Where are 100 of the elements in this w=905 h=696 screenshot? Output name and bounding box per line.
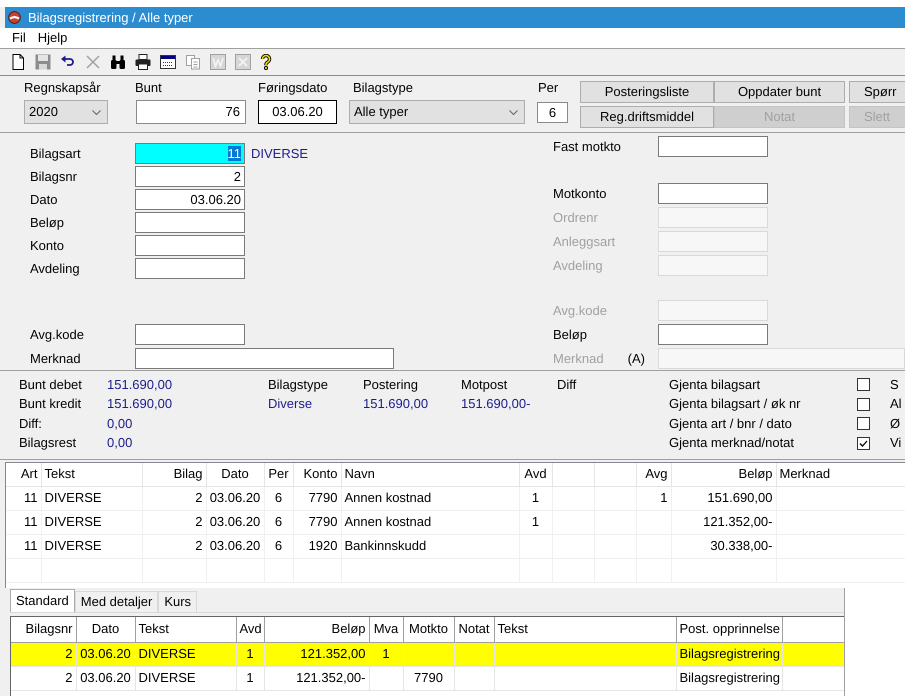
input-field[interactable] <box>135 212 245 233</box>
input-field[interactable] <box>658 324 768 345</box>
checkbox[interactable] <box>857 417 870 430</box>
column-header: Tekst <box>41 463 142 486</box>
total-value: 0,00 <box>107 416 132 432</box>
column-header: Avg <box>636 463 671 486</box>
table-cell: Bilagsregistrering <box>676 666 782 690</box>
field-note: (A) <box>628 350 645 366</box>
table-cell: 6 <box>264 510 293 534</box>
input-field[interactable]: 76 <box>136 100 246 124</box>
table-cell: 1920 <box>293 534 341 558</box>
column-header: Navn <box>341 463 519 486</box>
column-header: Motkto <box>403 617 454 642</box>
column-header: Mva <box>369 617 403 642</box>
total-value: 0,00 <box>107 435 132 452</box>
table-cell: 30.338,00- <box>671 534 776 558</box>
checkbox[interactable] <box>857 398 870 411</box>
printer-icon[interactable] <box>135 54 151 70</box>
input-field[interactable]: 6 <box>537 102 568 123</box>
field-label: Føringsdato <box>258 80 328 96</box>
input-field[interactable] <box>658 183 768 204</box>
chevron-down-icon <box>509 110 518 114</box>
table-cell: Bankinnskudd <box>341 534 519 558</box>
input-field[interactable] <box>658 136 768 157</box>
table-cell: 2 <box>142 534 206 558</box>
column-header: Dato <box>76 617 135 642</box>
table-cell: 151.690,00 <box>671 486 776 510</box>
table-cell: 1 <box>236 642 264 666</box>
checkbox[interactable] <box>857 436 870 450</box>
table-cell: Bilagsregistrering <box>676 642 782 666</box>
dropdown[interactable]: 2020 <box>24 100 108 124</box>
checkbox[interactable] <box>857 378 870 392</box>
input-field[interactable]: 03.06.20 <box>135 189 245 210</box>
dropdown[interactable]: Alle typer <box>349 100 525 124</box>
table-cell: Annen kostnad <box>341 486 519 510</box>
input-field[interactable] <box>135 348 394 369</box>
column-header: Bilag <box>142 463 206 486</box>
table-cell: 2 <box>11 642 76 666</box>
field-label: Dato <box>30 192 58 208</box>
command-button[interactable]: Oppdater bunt <box>714 81 845 103</box>
table-cell: DIVERSE <box>41 486 142 510</box>
menu-item[interactable]: Hjelp <box>38 30 68 46</box>
field-label: Konto <box>30 238 64 254</box>
table-cell: 1 <box>519 510 552 534</box>
question-mark-icon[interactable] <box>260 54 272 70</box>
command-button[interactable]: Posteringsliste <box>580 81 714 103</box>
table-cell: 2 <box>142 510 206 534</box>
summary-value: 151.690,00- <box>461 396 530 412</box>
summary-heading: Postering <box>363 376 418 393</box>
summary-value: Diverse <box>268 396 312 412</box>
table-cell: 03.06.20 <box>206 486 264 510</box>
table-cell: DIVERSE <box>135 642 236 666</box>
summary-heading: Diff <box>557 376 576 393</box>
tab[interactable]: Standard <box>10 589 75 612</box>
field-label: Per <box>537 80 558 96</box>
option-label: Gjenta bilagsart <box>669 376 760 393</box>
table-cell: 6 <box>264 534 293 558</box>
table-cell: 6 <box>264 486 293 510</box>
column-header: Merknad <box>776 463 905 486</box>
table-row[interactable]: 2 03.06.20 DIVERSE 1 121.352,00- 7790 Bilagsregistrering <box>11 666 844 690</box>
option-label: Vi <box>890 435 902 452</box>
input-field[interactable]: 11 <box>135 143 245 164</box>
column-header: Bilagsnr <box>11 617 76 642</box>
table-row[interactable]: 2 03.06.20 DIVERSE 1 121.352,00 1 Bilagsregistrering <box>11 642 844 666</box>
field-label: Merknad <box>30 350 81 366</box>
column-header: Dato <box>206 463 264 486</box>
summary-heading: Bilagstype <box>268 376 328 393</box>
binoculars-icon[interactable] <box>110 54 126 70</box>
table-cell: 11 <box>6 534 41 558</box>
total-value: 151.690,00 <box>107 376 172 393</box>
command-button[interactable]: Spørr <box>849 81 905 103</box>
column-header: Per <box>264 463 293 486</box>
tab[interactable]: Kurs <box>158 591 198 612</box>
table-cell: 121.352,00- <box>264 666 369 690</box>
table-cell: 7790 <box>293 510 341 534</box>
field-label: Avg.kode <box>553 302 607 318</box>
tab[interactable]: Med detaljer <box>74 591 158 612</box>
input-field[interactable] <box>135 324 245 345</box>
input-field[interactable]: 2 <box>135 166 245 187</box>
blank-page-icon[interactable] <box>10 54 26 70</box>
menu-item[interactable]: Fil <box>12 30 26 46</box>
input-field[interactable] <box>135 235 245 256</box>
column-header: Beløp <box>671 463 776 486</box>
option-label: S <box>890 376 899 393</box>
input-field[interactable] <box>135 258 245 279</box>
field-label: Avdeling <box>553 258 603 274</box>
table-cell: 11 <box>6 510 41 534</box>
input-field[interactable]: 03.06.20 <box>258 100 337 124</box>
field-label: Beløp <box>553 326 587 342</box>
total-label: Bilagsrest <box>19 435 76 452</box>
command-button[interactable]: Reg.driftsmiddel <box>580 106 714 128</box>
column-header: Notat <box>454 617 494 642</box>
option-label: Gjenta art / bnr / dato <box>669 416 792 432</box>
field-label: Anleggsart <box>553 234 616 250</box>
field-label: Merknad <box>553 350 604 366</box>
table-cell: 121.352,00- <box>671 510 776 534</box>
window-icon[interactable] <box>160 54 176 70</box>
window-title: Bilagsregistrering / Alle typer <box>28 10 193 26</box>
field-label: Bilagstype <box>352 80 413 96</box>
column-header: Post. opprinnelse <box>676 617 782 642</box>
